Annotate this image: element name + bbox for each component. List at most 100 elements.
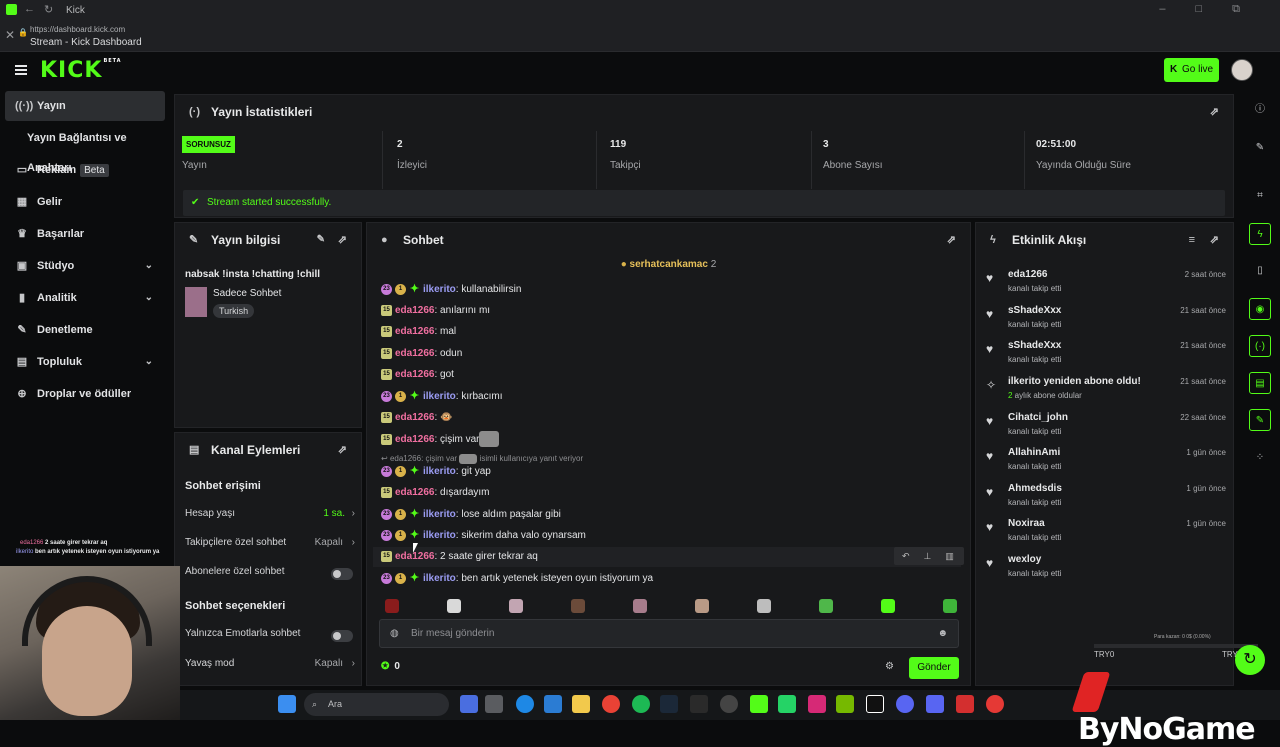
window-controls[interactable]: –□⧉ <box>1159 3 1270 16</box>
chat-message[interactable]: 15 eda1266: anılarını mı <box>381 302 490 320</box>
edge-icon[interactable] <box>516 695 534 713</box>
refresh-icon[interactable]: ↻ <box>1235 645 1265 675</box>
share-icon[interactable]: ⁘ <box>1249 447 1271 469</box>
opera-icon[interactable] <box>986 695 1004 713</box>
emote-icon[interactable] <box>695 599 709 613</box>
info-icon[interactable]: ⓘ <box>1249 99 1271 121</box>
popout-icon[interactable]: ⇗ <box>338 433 347 467</box>
sidebar-item-stream-key[interactable]: Yayın Bağlantısı ve Anahtarı <box>5 123 165 174</box>
folder-icon[interactable] <box>572 695 590 713</box>
section-chat-options: Sohbet seçenekleri <box>185 600 286 612</box>
steam-icon[interactable] <box>660 695 678 713</box>
document-icon[interactable]: ▯ <box>1249 260 1271 282</box>
stream-overlay-chat: eda1266 2 saate girer tekrar aq ilkerito… <box>0 540 200 558</box>
emote-icon[interactable] <box>571 599 585 613</box>
followers-only-row[interactable]: Takipçilere özel sohbet Kapalı › <box>185 537 355 555</box>
instagram-icon[interactable] <box>808 695 826 713</box>
close-icon[interactable]: ✕ <box>5 28 15 42</box>
stat-label: Abone Sayısı <box>823 160 883 171</box>
chat-message[interactable]: 23 1 ✦ ilkerito: kullanabilirsin <box>381 281 521 299</box>
reply-icon: ↩ <box>381 454 390 464</box>
nvidia-icon[interactable] <box>836 695 854 713</box>
edit-icon[interactable]: ✎ <box>1249 137 1271 159</box>
chat-message[interactable]: 15 eda1266: got <box>381 366 454 384</box>
app-icon[interactable] <box>956 695 974 713</box>
chat-message[interactable]: 15 eda1266: 2 saate girer tekrar aq <box>381 548 538 566</box>
epic-icon[interactable] <box>690 695 708 713</box>
sidebar-item-basarilar[interactable]: ♛ Başarılar <box>5 219 165 249</box>
broadcast-icon[interactable]: (·) <box>1249 335 1271 357</box>
popout-icon[interactable]: ⇗ <box>1210 95 1219 129</box>
app-icon[interactable] <box>896 695 914 713</box>
avatar[interactable] <box>1231 59 1253 81</box>
chat-message[interactable]: 15 eda1266: odun <box>381 345 462 363</box>
sidebar-item-yayin[interactable]: ((·)) Yayın <box>5 91 165 121</box>
subs-only-toggle[interactable] <box>331 568 353 580</box>
emote-icon[interactable] <box>447 599 461 613</box>
lightning-icon[interactable]: ϟ <box>1249 223 1271 245</box>
taskbar-search[interactable]: ⌕ Ara <box>304 693 449 716</box>
emote-icon[interactable] <box>881 599 895 613</box>
popout-icon[interactable]: ⇗ <box>338 223 347 257</box>
chevron-down-icon: ⌄ <box>144 292 153 303</box>
spotify-icon[interactable] <box>632 695 650 713</box>
reload-icon[interactable]: ↻ <box>44 3 53 16</box>
kick-logo[interactable]: KICKBETA <box>40 58 122 83</box>
edit-icon[interactable]: ✎ <box>317 223 325 257</box>
emoji-picker-icon[interactable]: ☻ <box>937 620 948 647</box>
chat-message[interactable]: 23 1 ✦ ilkerito: ben artık yetenek isteyen … <box>381 570 653 588</box>
task-view-icon[interactable] <box>460 695 478 713</box>
app-icon[interactable] <box>866 695 884 713</box>
emote-icon[interactable] <box>757 599 771 613</box>
emote-icon[interactable] <box>943 599 957 613</box>
chat-bubble-icon[interactable]: ◉ <box>1249 298 1271 320</box>
pinned-user-bar[interactable]: ● serhatcankamac 2 <box>367 259 970 270</box>
slow-mode-row[interactable]: Yavaş mod Kapalı › <box>185 658 355 676</box>
sidebar-item-denetleme[interactable]: ✎ Denetleme <box>5 315 165 345</box>
sidebar-item-droplar[interactable]: ⊕ Droplar ve ödüller <box>5 379 165 409</box>
send-button[interactable]: Gönder <box>909 657 959 679</box>
chrome-icon[interactable] <box>602 695 620 713</box>
chat-message[interactable]: 15 eda1266: 🐵 <box>381 409 453 427</box>
back-icon[interactable]: ← <box>24 3 35 15</box>
category-name[interactable]: Sadece Sohbet <box>213 288 281 299</box>
url-text[interactable]: https://dashboard.kick.com <box>30 25 125 34</box>
chat-message[interactable]: 23 1 ✦ ilkerito: kırbacımı <box>381 388 502 406</box>
go-live-button[interactable]: K Go live <box>1164 58 1219 82</box>
chat-message[interactable]: 15 eda1266: mal <box>381 323 456 341</box>
sidebar-item-studyo[interactable]: ▣ Stüdyo ⌄ <box>5 251 165 281</box>
popout-icon[interactable]: ⇗ <box>947 223 956 257</box>
sidebar-item-topluluk[interactable]: ▤ Topluluk ⌄ <box>5 347 165 377</box>
menu-icon[interactable] <box>15 65 27 75</box>
kick-icon[interactable] <box>750 695 768 713</box>
emote-icon[interactable] <box>633 599 647 613</box>
sidebar-item-reklam[interactable]: ▭ Reklam Beta <box>5 155 165 185</box>
windows-start-icon[interactable] <box>278 695 296 713</box>
app-icon[interactable] <box>485 695 503 713</box>
chat-message[interactable]: 15 eda1266: çişim var <box>381 431 500 449</box>
sidebar-item-analitik[interactable]: ▮ Analitik ⌄ <box>5 283 165 313</box>
discord-icon[interactable] <box>926 695 944 713</box>
chat-message[interactable]: 23 1 ✦ ilkerito: git yap <box>381 463 491 481</box>
chat-message[interactable]: 23 1 ✦ ilkerito: sikerim daha valo oynarsam <box>381 527 586 545</box>
sidebar-item-gelir[interactable]: ▦ Gelir <box>5 187 165 217</box>
store-icon[interactable] <box>544 695 562 713</box>
crop-icon[interactable]: ⌗ <box>1249 185 1271 207</box>
points-display[interactable]: ✪ 0 <box>381 661 400 672</box>
layout-icon[interactable]: ▤ <box>1249 372 1271 394</box>
emote-only-toggle[interactable] <box>331 630 353 642</box>
message-actions[interactable]: ↶⊥▥ <box>894 547 964 565</box>
account-age-row[interactable]: Hesap yaşı 1 sa. › <box>185 508 355 526</box>
wrench-icon[interactable]: ✎ <box>1249 409 1271 431</box>
chat-input[interactable]: ◍ Bir mesaj gönderin ☻ <box>379 619 959 648</box>
obs-icon[interactable] <box>720 695 738 713</box>
emote-icon[interactable] <box>385 599 399 613</box>
whatsapp-icon[interactable] <box>778 695 796 713</box>
emote-icon[interactable] <box>509 599 523 613</box>
emote-icon[interactable] <box>819 599 833 613</box>
chat-message[interactable]: 23 1 ✦ ilkerito: lose aldım paşalar gibi <box>381 506 561 524</box>
filter-icon[interactable]: ≡ <box>1189 223 1195 257</box>
chat-message[interactable]: 15 eda1266: dışardayım <box>381 484 490 502</box>
gear-icon[interactable]: ⚙ <box>885 661 894 672</box>
popout-icon[interactable]: ⇗ <box>1210 223 1219 257</box>
